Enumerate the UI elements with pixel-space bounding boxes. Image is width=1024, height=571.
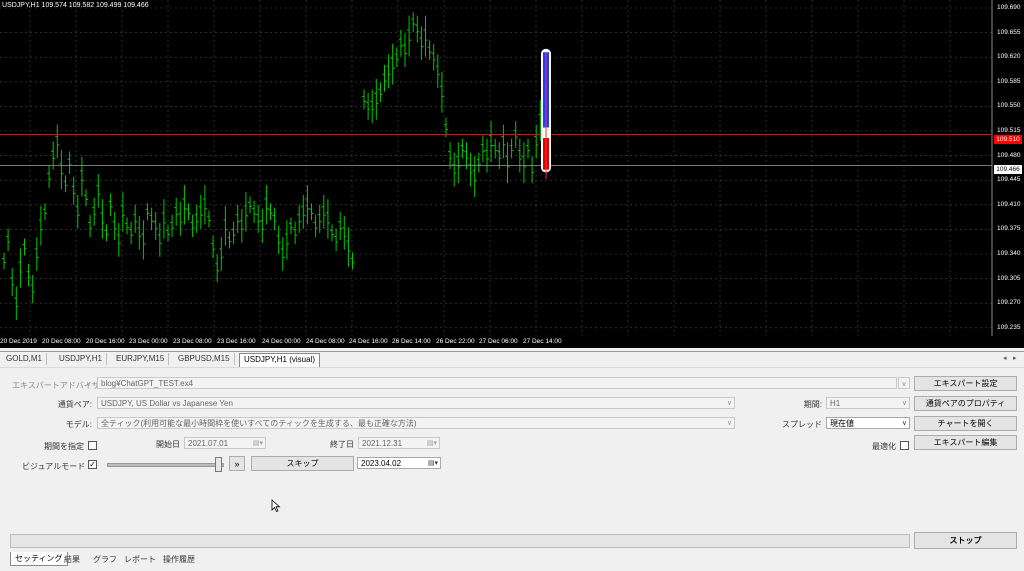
chevron-down-icon: ∨ [726, 420, 732, 427]
time-tick-label: 24 Dec 08:00 [306, 338, 345, 345]
price-tick-label: 109.515 [997, 127, 1021, 134]
chevron-down-icon: ∨ [901, 420, 907, 427]
speed-slider-thumb[interactable] [215, 457, 222, 472]
end-date-label: 終了日 [330, 440, 354, 449]
calendar-icon: ▤▾ [426, 440, 437, 447]
tab-graph[interactable]: グラフ [93, 554, 117, 565]
pair-value: USDJPY, US Dollar vs Japanese Yen [101, 399, 233, 408]
time-tick-label: 20 Dec 2019 [0, 338, 37, 345]
open-chart-button[interactable]: チャートを開く [914, 416, 1017, 431]
chevron-down-icon: ∨ [901, 400, 907, 407]
model-label: モデル: [65, 420, 92, 429]
tab-settings[interactable]: セッティング [10, 552, 68, 566]
visual-mode-label: ビジュアルモード [22, 462, 86, 471]
time-tick-label: 26 Dec 22:00 [436, 338, 475, 345]
price-tick-label: 109.340 [997, 250, 1021, 257]
expert-select[interactable]: blog¥ChatGPT_TEST.ex4 [97, 377, 897, 389]
end-date-picker[interactable]: 2021.12.31 ▤▾ [358, 437, 440, 449]
time-tick-label: 23 Dec 08:00 [173, 338, 212, 345]
ask-price-label: 109.510 [994, 135, 1022, 144]
skip-date-picker[interactable]: 2023.04.02 ▤▾ [357, 457, 441, 469]
progress-bar [10, 534, 910, 548]
optimize-checkbox[interactable] [900, 441, 909, 450]
optimize-label: 最適化 [872, 442, 896, 451]
time-tick-label: 23 Dec 00:00 [129, 338, 168, 345]
stop-button[interactable]: ストップ [914, 532, 1017, 549]
tab-eurjpy-m15[interactable]: EURJPY,M15 [112, 353, 170, 365]
tester-tabs: セッティング 結果 グラフ レポート 操作履歴 [0, 552, 1024, 570]
checkmark-icon: ✓ [89, 460, 96, 469]
price-tick-label: 109.690 [997, 4, 1021, 11]
symbol-info: USDJPY,H1 109.574 109.582 109.499 109.46… [2, 2, 149, 9]
expert-dropdown-button[interactable]: ∨ [898, 377, 910, 389]
start-date-picker[interactable]: 2021.07.01 ▤▾ [184, 437, 266, 449]
price-tick-label: 109.270 [997, 299, 1021, 307]
skip-button[interactable]: スキップ [251, 456, 354, 471]
price-tick-label: 109.375 [997, 225, 1021, 233]
spread-value: 現在値 [830, 419, 854, 428]
tab-scroll-right-icon[interactable]: ▸ [1013, 354, 1017, 362]
price-tick-label: 109.235 [997, 323, 1021, 331]
expert-type-dropdown-icon[interactable]: ∨ [86, 380, 91, 388]
use-date-checkbox[interactable] [88, 441, 97, 450]
time-tick-label: 26 Dec 14:00 [392, 338, 431, 345]
pair-select[interactable]: USDJPY, US Dollar vs Japanese Yen ∨ [97, 397, 735, 409]
visual-mode-checkbox[interactable]: ✓ [88, 460, 97, 469]
price-tick-label: 109.410 [997, 200, 1021, 208]
tab-gold-m1[interactable]: GOLD,M1 [2, 353, 48, 365]
pair-properties-button[interactable]: 通貨ペアのプロパティ [914, 396, 1017, 411]
period-select[interactable]: H1 ∨ [826, 397, 910, 409]
calendar-icon: ▤▾ [427, 460, 438, 467]
tab-usdjpy-h1[interactable]: USDJPY,H1 [55, 353, 107, 365]
price-tick-label: 109.305 [997, 274, 1021, 282]
expert-value: blog¥ChatGPT_TEST.ex4 [101, 379, 194, 388]
model-value: 全ティック(利用可能な最小時間枠を使いすべてのティックを生成する、最も正確な方法… [101, 419, 417, 428]
mouse-cursor-icon [271, 499, 281, 513]
start-date-value: 2021.07.01 [188, 439, 229, 448]
price-tick-label: 109.445 [997, 176, 1021, 184]
strategy-tester-panel: エキスパートアドバイザ ∨ blog¥ChatGPT_TEST.ex4 ∨ エキ… [0, 367, 1024, 571]
tab-gbpusd-m15[interactable]: GBPUSD,M15 [174, 353, 235, 365]
price-tick-label: 109.480 [997, 151, 1021, 159]
calendar-icon: ▤▾ [252, 440, 263, 447]
use-date-label: 期間を指定 [44, 442, 84, 451]
chevron-down-icon: ∨ [726, 400, 732, 407]
spread-select[interactable]: 現在値 ∨ [826, 417, 910, 429]
time-tick-label: 23 Dec 16:00 [217, 338, 256, 345]
price-tick-label: 109.585 [997, 77, 1021, 85]
expert-edit-button[interactable]: エキスパート編集 [914, 435, 1017, 450]
period-label: 期間: [803, 400, 822, 409]
time-tick-label: 24 Dec 00:00 [262, 338, 301, 345]
chart-canvas [0, 0, 993, 336]
price-tick-label: 109.550 [997, 102, 1021, 110]
tab-journal[interactable]: 操作履歴 [163, 554, 195, 565]
end-date-value: 2021.12.31 [362, 439, 403, 448]
time-tick-label: 27 Dec 14:00 [523, 338, 562, 345]
tab-results[interactable]: 結果 [64, 554, 80, 565]
expert-settings-button[interactable]: エキスパート設定 [914, 376, 1017, 391]
pair-label: 通貨ペア: [57, 400, 92, 409]
time-tick-label: 27 Dec 06:00 [479, 338, 518, 345]
fast-forward-icon: » [234, 459, 240, 469]
start-date-label: 開始日 [156, 440, 180, 449]
price-chart[interactable]: USDJPY,H1 109.574 109.582 109.499 109.46… [0, 0, 1024, 348]
price-tick-label: 109.620 [997, 53, 1021, 61]
skip-date-value: 2023.04.02 [361, 459, 402, 468]
spread-label: スプレッド [782, 420, 822, 429]
speed-slider-track[interactable] [107, 463, 224, 467]
price-tick-label: 109.655 [997, 28, 1021, 36]
model-select[interactable]: 全ティック(利用可能な最小時間枠を使いすべてのティックを生成する、最も正確な方法… [97, 417, 735, 429]
time-tick-label: 20 Dec 08:00 [42, 338, 81, 345]
bid-price-label: 109.466 [994, 165, 1022, 174]
time-tick-label: 24 Dec 16:00 [349, 338, 388, 345]
tab-scroll-left-icon[interactable]: ◂ [1003, 354, 1007, 362]
time-tick-label: 20 Dec 16:00 [86, 338, 125, 345]
tab-report[interactable]: レポート [124, 554, 156, 565]
fast-forward-button[interactable]: » [229, 456, 245, 471]
chevron-down-icon: ∨ [901, 381, 907, 388]
chart-tabs: GOLD,M1 USDJPY,H1 EURJPY,M15 GBPUSD,M15 … [0, 351, 1024, 368]
tab-usdjpy-h1-visual[interactable]: USDJPY,H1 (visual) [239, 353, 320, 367]
period-value: H1 [830, 399, 841, 408]
